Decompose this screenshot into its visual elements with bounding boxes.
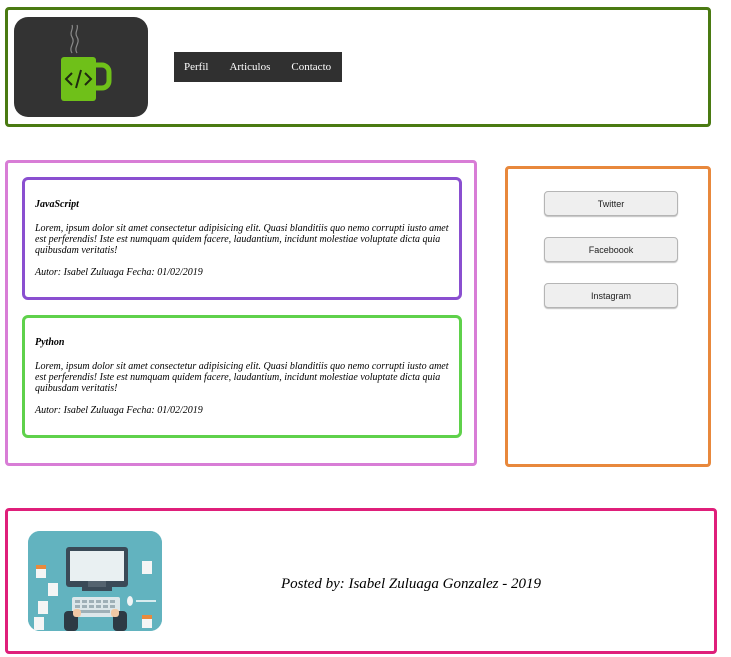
articles-section: JavaScript Lorem, ipsum dolor sit amet c… bbox=[5, 160, 477, 466]
article-body: Lorem, ipsum dolor sit amet consectetur … bbox=[35, 361, 449, 394]
footer-credit: Posted by: Isabel Zuluaga Gonzalez - 201… bbox=[281, 576, 541, 592]
article-meta: Autor: Isabel Zuluaga Fecha: 01/02/2019 bbox=[35, 267, 203, 278]
article-meta: Autor: Isabel Zuluaga Fecha: 01/02/2019 bbox=[35, 405, 203, 416]
social-sidebar: Twitter Faceboook Instagram bbox=[505, 166, 711, 467]
site-footer: Posted by: Isabel Zuluaga Gonzalez - 201… bbox=[5, 508, 717, 654]
article-card: JavaScript Lorem, ipsum dolor sit amet c… bbox=[22, 177, 462, 300]
nav-link-perfil[interactable]: Perfil bbox=[184, 61, 208, 73]
article-title: JavaScript bbox=[35, 199, 79, 210]
facebook-button[interactable]: Faceboook bbox=[544, 237, 678, 262]
article-card: Python Lorem, ipsum dolor sit amet conse… bbox=[22, 315, 462, 438]
article-body: Lorem, ipsum dolor sit amet consectetur … bbox=[35, 223, 449, 256]
article-title: Python bbox=[35, 337, 65, 348]
twitter-button[interactable]: Twitter bbox=[544, 191, 678, 216]
main-nav: Perfil Articulos Contacto bbox=[174, 52, 342, 82]
code-mug-icon bbox=[14, 17, 148, 117]
site-header: Perfil Articulos Contacto bbox=[5, 7, 711, 127]
nav-link-articulos[interactable]: Articulos bbox=[229, 61, 270, 73]
nav-link-contacto[interactable]: Contacto bbox=[291, 61, 331, 73]
instagram-button[interactable]: Instagram bbox=[544, 283, 678, 308]
